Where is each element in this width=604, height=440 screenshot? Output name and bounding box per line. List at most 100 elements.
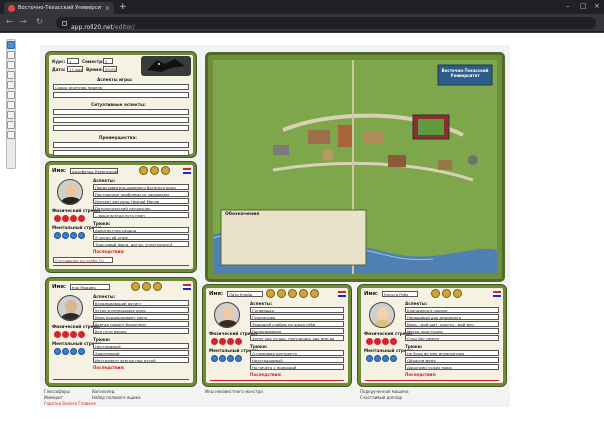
trick-field[interactable]: Но ничего с природой xyxy=(250,364,344,370)
mental-stress-track[interactable] xyxy=(366,355,397,362)
fate-coin-icon[interactable] xyxy=(266,289,275,298)
aspect-field[interactable]: Хотят как лучше, получилось как всегда xyxy=(250,335,344,341)
map-layer-icon[interactable] xyxy=(7,51,15,59)
aspect-field[interactable]: Изучает ритуалы тёмной Магии xyxy=(93,198,189,204)
aspect-field[interactable]: Взламывающий артист xyxy=(93,300,189,306)
aspect-field[interactable]: Вера поддерживает меня xyxy=(93,314,189,320)
minimize-icon[interactable]: – xyxy=(566,2,570,10)
red-note-link[interactable]: Горатка Белого Главаня xyxy=(44,401,96,406)
heart-icon[interactable] xyxy=(211,338,218,345)
campus-map[interactable]: Восточно-Техасский Университет Обозначен… xyxy=(213,60,497,274)
situational-field-1[interactable] xyxy=(53,109,189,115)
thought-bubble-icon[interactable] xyxy=(62,348,69,355)
fate-coin-icon[interactable] xyxy=(299,289,308,298)
fate-coin-icon[interactable] xyxy=(442,289,451,298)
character-name-field[interactable]: Кельга Рэйх xyxy=(382,291,418,297)
fate-coin-icon[interactable] xyxy=(153,282,162,291)
measure-tool-icon[interactable] xyxy=(7,81,15,89)
lighting-tool-icon[interactable] xyxy=(7,101,15,109)
heart-icon[interactable] xyxy=(70,215,77,222)
heart-icon[interactable] xyxy=(390,338,397,345)
character-name-field[interactable]: Лиза Клайд xyxy=(227,291,263,297)
thought-bubble-icon[interactable] xyxy=(235,355,242,362)
trick-field[interactable]: Дорогами чужих мира xyxy=(405,364,499,370)
aspect-field[interactable]: Генератива xyxy=(250,314,344,320)
fate-coin-icon[interactable] xyxy=(453,289,462,298)
aspect-field[interactable]: Все пути верны xyxy=(93,328,189,334)
heart-icon[interactable] xyxy=(227,338,234,345)
thought-bubble-icon[interactable] xyxy=(62,232,69,239)
url-field[interactable]: app.roll20.net/editor/ xyxy=(56,17,596,31)
thought-bubble-icon[interactable] xyxy=(70,232,77,239)
aspect-field[interactable]: Вера - мой щит, просто - мой меч xyxy=(405,321,499,327)
turn-tracker-icon[interactable] xyxy=(7,111,15,119)
fog-tool-icon[interactable] xyxy=(7,91,15,99)
aspect-field[interactable]: Природоведка xyxy=(250,328,344,334)
trick-field[interactable]: Не будь во мне инквизитора xyxy=(405,350,499,356)
aspect-field[interactable]: Отец бес имени xyxy=(405,335,499,341)
thought-bubble-icon[interactable] xyxy=(374,355,381,362)
aspect-field[interactable]: Блондинка в законе xyxy=(405,307,499,313)
heart-icon[interactable] xyxy=(235,338,242,345)
aspect-field[interactable]: Маски простушки xyxy=(405,328,499,334)
thought-bubble-icon[interactable] xyxy=(54,348,61,355)
physical-stress-track[interactable] xyxy=(366,338,397,345)
forward-icon[interactable]: → xyxy=(20,17,27,26)
trick-field[interactable]: Инструмент всегда под рукой xyxy=(93,357,189,363)
help-icon[interactable] xyxy=(7,131,15,139)
physical-stress-track[interactable] xyxy=(54,215,85,222)
data-field[interactable]: 17 мая xyxy=(67,66,83,72)
character-portrait[interactable] xyxy=(369,302,395,328)
heart-icon[interactable] xyxy=(219,338,226,345)
reload-icon[interactable]: ↻ xyxy=(36,17,43,26)
fate-points[interactable] xyxy=(139,166,170,175)
character-portrait[interactable] xyxy=(214,302,240,328)
thought-bubble-icon[interactable] xyxy=(54,232,61,239)
heart-icon[interactable] xyxy=(382,338,389,345)
fate-coin-icon[interactable] xyxy=(142,282,151,291)
mental-stress-track[interactable] xyxy=(54,232,85,239)
thought-bubble-icon[interactable] xyxy=(219,355,226,362)
trick-field[interactable]: Архитектура сердца xyxy=(93,227,189,233)
trick-field[interactable]: Харизмадой xyxy=(93,350,189,356)
fate-points[interactable] xyxy=(266,289,319,298)
new-tab-icon[interactable]: + xyxy=(119,2,127,12)
close-window-icon[interactable]: × xyxy=(594,2,600,10)
semestr-field[interactable]: 2 xyxy=(103,58,113,64)
trick-field[interactable]: Трастовый фонд, датчи: уплотнения 6 xyxy=(93,241,189,247)
text-tool-icon[interactable] xyxy=(7,71,15,79)
trick-field[interactable]: Неустрашимый xyxy=(250,357,344,363)
character-name-field[interactable]: Арчибальд Равенкрофт xyxy=(70,168,118,174)
aspect-field[interactable]: Защищай слабых не щадя себя xyxy=(250,321,344,327)
heart-icon[interactable] xyxy=(70,331,77,338)
fate-points[interactable] xyxy=(431,289,462,298)
character-portrait[interactable] xyxy=(57,295,83,321)
fate-coin-icon[interactable] xyxy=(161,166,170,175)
advantage-field-1[interactable] xyxy=(53,142,189,148)
heart-icon[interactable] xyxy=(78,331,85,338)
situational-field-2[interactable] xyxy=(53,117,189,123)
aspect-field[interactable]: Всегда помогу ближнему xyxy=(93,321,189,327)
thought-bubble-icon[interactable] xyxy=(70,348,77,355)
game-canvas[interactable]: Курс: 1 Семестр: 2 Дата: 17 мая Время: 2… xyxy=(40,45,510,407)
aspect-field[interactable]: Постоянные проблемы со здоровьем xyxy=(93,191,189,197)
physical-stress-track[interactable] xyxy=(211,338,242,345)
draw-tool-icon[interactable] xyxy=(7,61,15,69)
advantage-field-2[interactable] xyxy=(53,150,189,156)
trick-field[interactable]: Объясни меня xyxy=(405,357,499,363)
consequence-field[interactable]: Отставание по учёбе (2) xyxy=(53,257,113,263)
thought-bubble-icon[interactable] xyxy=(78,348,85,355)
heart-icon[interactable] xyxy=(54,215,61,222)
fate-coin-icon[interactable] xyxy=(288,289,297,298)
vremya-field[interactable]: 20:00 xyxy=(103,66,117,72)
browser-tab[interactable]: Восточно-Техасский Университ × xyxy=(4,2,114,14)
fate-coin-icon[interactable] xyxy=(139,166,148,175)
heart-icon[interactable] xyxy=(78,215,85,222)
heart-icon[interactable] xyxy=(54,331,61,338)
fate-coin-icon[interactable] xyxy=(131,282,140,291)
character-name-field[interactable]: Кэр Мэддер xyxy=(70,284,110,290)
aspect-field[interactable]: Патологический неудачник xyxy=(93,205,189,211)
fate-coin-icon[interactable] xyxy=(310,289,319,298)
close-tab-icon[interactable]: × xyxy=(105,5,110,12)
aspect-game-field-2[interactable] xyxy=(53,92,189,98)
